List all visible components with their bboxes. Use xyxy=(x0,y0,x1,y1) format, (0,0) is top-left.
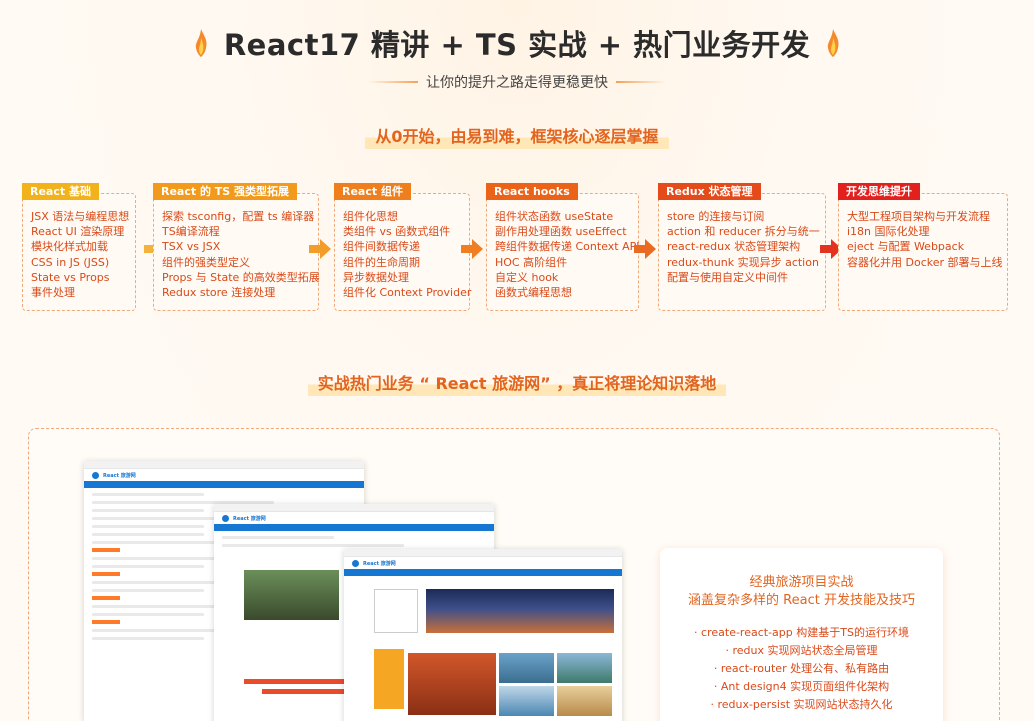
project-screenshot-home: React 旅游网 xyxy=(344,549,622,721)
stage-tag: React 基础 xyxy=(22,183,99,200)
stage-item: 组件化思想 xyxy=(343,210,398,223)
photo-sunset xyxy=(408,653,496,715)
feature-card: 经典旅游项目实战 涵盖复杂多样的 React 开发技能及技巧 · create-… xyxy=(660,548,943,721)
stage-item: 大型工程项目架构与开发流程 xyxy=(847,210,990,223)
flame-icon xyxy=(192,28,210,58)
stage-item: State vs Props xyxy=(31,270,110,284)
divider xyxy=(368,81,418,83)
category-menu xyxy=(374,589,418,633)
stage-box: JSX 语法与编程思想 React UI 渲染原理 模块化样式加载 CSS in JS… xyxy=(22,193,136,311)
stage-item: React UI 渲染原理 xyxy=(31,225,125,239)
arrow-right-icon xyxy=(309,239,331,259)
stage-item: CSS in JS (JSS) xyxy=(31,255,110,269)
stage-tag: React 的 TS 强类型拓展 xyxy=(153,183,298,200)
feature-list: · create-react-app 构建基于TS的运行环境 · redux 实… xyxy=(660,624,943,714)
stage-item: 配置与使用自定义中间件 xyxy=(667,270,788,284)
flame-icon xyxy=(824,28,842,58)
stage-item: Props 与 State 的高效类型拓展 xyxy=(162,270,320,284)
stage-item: JSX 语法与编程思想 xyxy=(31,210,130,223)
stage-item: TS编译流程 xyxy=(162,225,220,239)
learning-stages: React 基础 JSX 语法与编程思想 React UI 渲染原理 模块化样式加载… xyxy=(22,183,1022,313)
stage-item: 事件处理 xyxy=(31,286,75,300)
stage-item: 异步数据处理 xyxy=(343,270,409,284)
header: React17 精讲 + TS 实战 + 热门业务开发 xyxy=(0,20,1034,66)
stage-item: 组件状态函数 useState xyxy=(495,210,614,223)
stage-tag: React hooks xyxy=(486,183,578,200)
stage-item: 组件间数据传递 xyxy=(343,240,420,254)
stage-item: 模块化样式加载 xyxy=(31,240,108,254)
stage-item: 组件的生命周期 xyxy=(343,255,420,269)
stage-box: 组件化思想类组件 vs 函数式组件 组件间数据传递 组件的生命周期 异步数据处理组件化… xyxy=(334,193,472,311)
stage-item: redux-thunk 实现异步 action xyxy=(667,255,819,269)
arrow-right-icon xyxy=(634,239,656,259)
feature-card-title: 经典旅游项目实战 xyxy=(749,575,854,590)
stage-react-basics: React 基础 JSX 语法与编程思想 React UI 渲染原理 模块化样式加载… xyxy=(22,183,136,311)
logo-icon xyxy=(92,471,99,479)
stage-item: 副作用处理函数 useEffect xyxy=(495,225,627,239)
screenshot-brand: React 旅游网 xyxy=(363,560,396,567)
stage-items: store 的连接与订阅 action 和 reducer 拆分与统一 react-… xyxy=(667,209,825,285)
stage-item: action 和 reducer 拆分与统一 xyxy=(667,225,820,239)
stage-item: i18n 国际化处理 xyxy=(847,225,930,239)
subtitle-row: 让你的提升之路走得更稳更快 xyxy=(0,72,1034,92)
logo-icon xyxy=(222,514,229,522)
screenshot-brand: React 旅游网 xyxy=(233,515,266,522)
page-title: React17 精讲 + TS 实战 + 热门业务开发 xyxy=(223,28,811,62)
stage-items: 大型工程项目架构与开发流程 i18n 国际化处理 eject 与配置 Webpack… xyxy=(847,209,1007,270)
feature-item: · create-react-app 构建基于TS的运行环境 xyxy=(694,626,909,639)
stage-item: 容器化并用 Docker 部署与上线 xyxy=(847,255,1003,269)
stage-item: 探索 tsconfig，配置 ts 编译器 xyxy=(162,210,315,223)
stage-item: store 的连接与订阅 xyxy=(667,210,765,223)
stage-item: 自定义 hook xyxy=(495,270,559,284)
stage-tag: 开发思维提升 xyxy=(838,183,920,200)
stage-item: 函数式编程思想 xyxy=(495,286,572,300)
stage-mindset: 开发思维提升 大型工程项目架构与开发流程 i18n 国际化处理 eject 与配置 … xyxy=(838,183,1008,311)
stage-box: 组件状态函数 useState 副作用处理函数 useEffect 跨组件数据传递 … xyxy=(486,193,640,311)
stage-item: 跨组件数据传递 Context API xyxy=(495,240,640,254)
arrow-right-icon xyxy=(461,239,483,259)
logo-icon xyxy=(352,559,359,567)
stage-item: HOC 高阶组件 xyxy=(495,255,568,269)
feature-item: · redux-persist 实现网站状态持久化 xyxy=(710,698,893,711)
stage-items: 组件化思想类组件 vs 函数式组件 组件间数据传递 组件的生命周期 异步数据处理组件化… xyxy=(343,209,472,300)
stage-item: 组件的强类型定义 xyxy=(162,255,250,269)
stage-items: 探索 tsconfig，配置 ts 编译器 TS编译流程 TSX vs JSX 组件的… xyxy=(162,209,320,300)
stage-redux: Redux 状态管理 store 的连接与订阅 action 和 reducer … xyxy=(658,183,826,311)
stage-tag: React 组件 xyxy=(334,183,411,200)
page-subtitle: 让你的提升之路走得更稳更快 xyxy=(426,75,608,91)
stage-react-ts: React 的 TS 强类型拓展 探索 tsconfig，配置 ts 编译器 TS… xyxy=(153,183,320,311)
stage-box: 大型工程项目架构与开发流程 i18n 国际化处理 eject 与配置 Webpack… xyxy=(838,193,1008,311)
stage-box: 探索 tsconfig，配置 ts 编译器 TS编译流程 TSX vs JSX 组件的… xyxy=(153,193,320,311)
divider xyxy=(616,81,666,83)
stage-react-components: React 组件 组件化思想类组件 vs 函数式组件 组件间数据传递 组件的生命周期… xyxy=(334,183,472,311)
project-heading: 实战热门业务 “ React 旅游网” ，真正将理论知识落地 xyxy=(0,370,1034,396)
stage-item: eject 与配置 Webpack xyxy=(847,240,965,254)
screenshot-brand: React 旅游网 xyxy=(103,472,136,479)
stage-react-hooks: React hooks 组件状态函数 useState 副作用处理函数 useEf… xyxy=(486,183,640,311)
stage-item: react-redux 状态管理架构 xyxy=(667,240,801,254)
stage-items: JSX 语法与编程思想 React UI 渲染原理 模块化样式加载 CSS in JS… xyxy=(31,209,135,300)
feature-card-subtitle: 涵盖复杂多样的 React 开发技能及技巧 xyxy=(688,593,915,608)
feature-item: · react-router 处理公有、私有路由 xyxy=(713,662,890,675)
stage-items: 组件状态函数 useState 副作用处理函数 useEffect 跨组件数据传递 … xyxy=(495,209,640,300)
feature-item: · Ant design4 实现页面组件化架构 xyxy=(713,680,890,693)
feature-item: · redux 实现网站状态全局管理 xyxy=(725,644,878,657)
stage-item: Redux store 连接处理 xyxy=(162,286,276,300)
banner-city-skyline xyxy=(426,589,614,633)
stage-item: 组件化 Context Provider xyxy=(343,286,472,300)
stage-item: 类组件 vs 函数式组件 xyxy=(343,225,451,239)
learning-path-heading: 从0开始，由易到难，框架核心逐层掌握 xyxy=(0,123,1034,149)
stage-item: TSX vs JSX xyxy=(162,240,221,254)
stage-box: store 的连接与订阅 action 和 reducer 拆分与统一 react-… xyxy=(658,193,826,311)
photo-resort xyxy=(244,570,339,620)
stage-tag: Redux 状态管理 xyxy=(658,183,761,200)
